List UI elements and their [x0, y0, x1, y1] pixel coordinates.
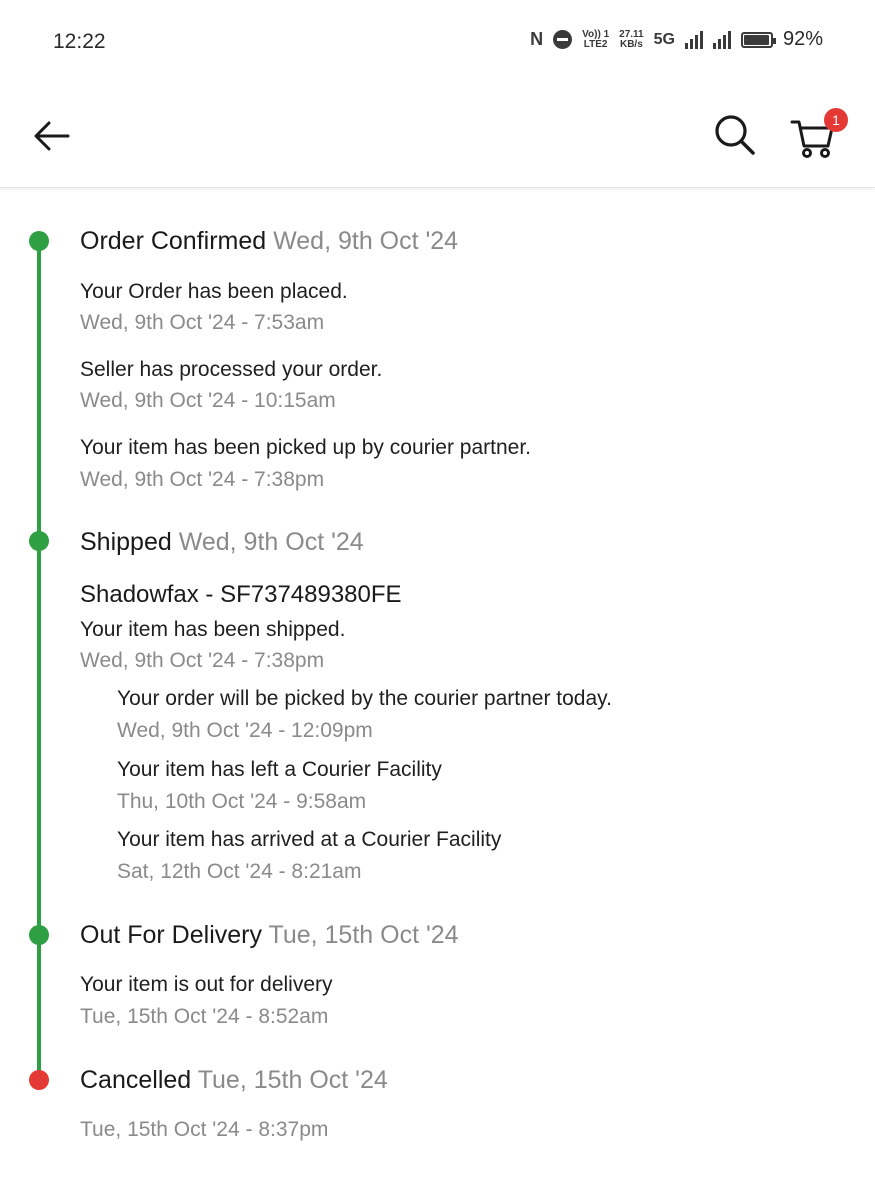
step-title: Shipped	[80, 528, 172, 556]
status-icons: N Vo)) 1 LTE2 27.11 KB/s 5G 92%	[530, 28, 823, 51]
status-bar: 12:22 N Vo)) 1 LTE2 27.11 KB/s 5G 92%	[0, 0, 875, 84]
event-time: Wed, 9th Oct '24 - 7:38pm	[80, 649, 325, 672]
timeline-line-3	[37, 935, 41, 1080]
step-heading-confirmed: Order Confirmed Wed, 9th Oct '24	[80, 227, 458, 256]
dnd-icon	[553, 30, 573, 49]
timeline-line-1	[37, 242, 41, 542]
status-time: 12:22	[53, 30, 106, 53]
cart-button[interactable]: 1	[790, 108, 848, 162]
nfc-icon: N	[530, 29, 544, 49]
volte-bottom: LTE2	[583, 38, 608, 50]
network-speed: 27.11 KB/s	[619, 29, 643, 50]
step-heading-out-for-delivery: Out For Delivery Tue, 15th Oct '24	[80, 921, 459, 950]
event-text: Your item has been shipped.	[80, 618, 346, 641]
network-type: 5G	[653, 30, 675, 48]
app-bar: 1	[0, 84, 875, 188]
step-dot-cancelled	[29, 1070, 49, 1090]
event-time: Wed, 9th Oct '24 - 7:38pm	[80, 468, 325, 491]
event-time: Tue, 15th Oct '24 - 8:52am	[80, 1005, 329, 1028]
signal-icon-2	[712, 30, 731, 49]
event-time: Wed, 9th Oct '24 - 10:15am	[80, 389, 336, 412]
event-time: Tue, 15th Oct '24 - 8:37pm	[80, 1118, 329, 1141]
volte-indicator: Vo)) 1 LTE2	[582, 29, 609, 50]
sub-event-time: Sat, 12th Oct '24 - 8:21am	[117, 860, 362, 883]
step-date: Wed, 9th Oct '24	[178, 528, 364, 556]
back-button[interactable]	[30, 116, 74, 156]
search-button[interactable]	[712, 112, 758, 158]
sub-event-time: Wed, 9th Oct '24 - 12:09pm	[117, 719, 373, 742]
step-title: Order Confirmed	[80, 227, 267, 255]
step-date: Wed, 9th Oct '24	[273, 227, 459, 255]
cart-count-badge: 1	[824, 108, 848, 132]
sub-event-time: Thu, 10th Oct '24 - 9:58am	[117, 790, 367, 813]
step-title: Out For Delivery	[80, 921, 262, 949]
step-date: Tue, 15th Oct '24	[268, 921, 459, 949]
event-time: Wed, 9th Oct '24 - 7:53am	[80, 311, 325, 334]
step-title: Cancelled	[80, 1066, 192, 1094]
speed-unit: KB/s	[619, 38, 643, 50]
courier-tracking-id: Shadowfax - SF737489380FE	[80, 581, 402, 608]
step-dot-confirmed	[29, 231, 49, 251]
sub-event-text: Your item has left a Courier Facility	[117, 758, 442, 781]
search-icon	[715, 115, 755, 155]
battery-icon	[740, 31, 776, 48]
event-text: Your item has been picked up by courier …	[80, 436, 531, 459]
step-dot-out-for-delivery	[29, 925, 49, 945]
arrow-left-icon	[34, 121, 70, 151]
step-heading-shipped: Shipped Wed, 9th Oct '24	[80, 528, 364, 557]
battery-percent: 92%	[782, 28, 823, 50]
timeline-line-2	[37, 542, 41, 935]
step-dot-shipped	[29, 531, 49, 551]
sub-event-text: Your order will be picked by the courier…	[117, 687, 612, 710]
signal-icon-1	[684, 30, 703, 49]
event-text: Your Order has been placed.	[80, 280, 348, 303]
sub-event-text: Your item has arrived at a Courier Facil…	[117, 828, 502, 851]
event-text: Seller has processed your order.	[80, 358, 383, 381]
step-date: Tue, 15th Oct '24	[197, 1066, 388, 1094]
event-text: Your item is out for delivery	[80, 973, 333, 996]
step-heading-cancelled: Cancelled Tue, 15th Oct '24	[80, 1066, 388, 1095]
